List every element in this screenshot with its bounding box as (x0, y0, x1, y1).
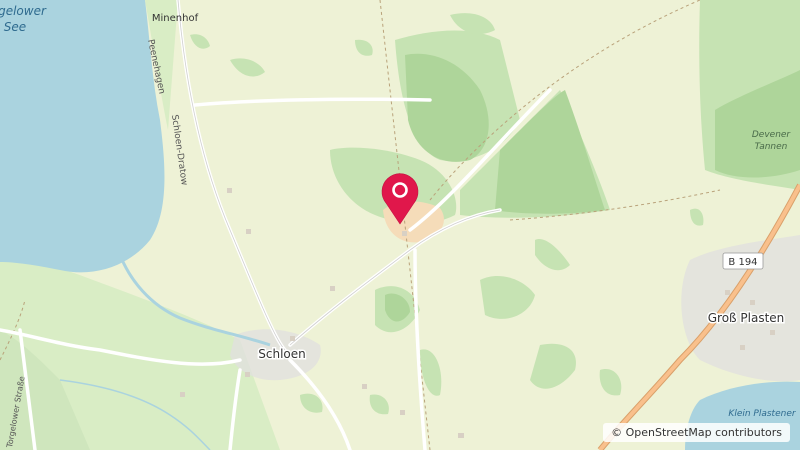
forest-label-devener-line1: Devener (752, 130, 792, 140)
map-tiles: B 194 Minenhof Schloen Groß Plasten gelo… (0, 0, 800, 450)
water-label-lake-line1: gelower (0, 4, 47, 18)
water-label-klein-plastener: Klein Plastener (728, 409, 796, 419)
forest-label-devener-line2: Tannen (755, 142, 788, 152)
copyright-symbol: © (611, 426, 623, 439)
map-canvas[interactable]: B 194 Minenhof Schloen Groß Plasten gelo… (0, 0, 800, 450)
place-label-schloen: Schloen (258, 347, 305, 361)
place-label-gross-plasten: Groß Plasten (708, 311, 785, 325)
road-label-b194: B 194 (728, 257, 757, 268)
water-label-lake-line2: See (4, 20, 26, 34)
place-label-minenhof: Minenhof (152, 13, 199, 24)
attribution-link[interactable]: OpenStreetMap contributors (626, 426, 782, 439)
road-shield-b194: B 194 (722, 252, 764, 270)
map-attribution: © OpenStreetMap contributors (603, 423, 790, 442)
lake-torgelower-see (0, 0, 165, 273)
